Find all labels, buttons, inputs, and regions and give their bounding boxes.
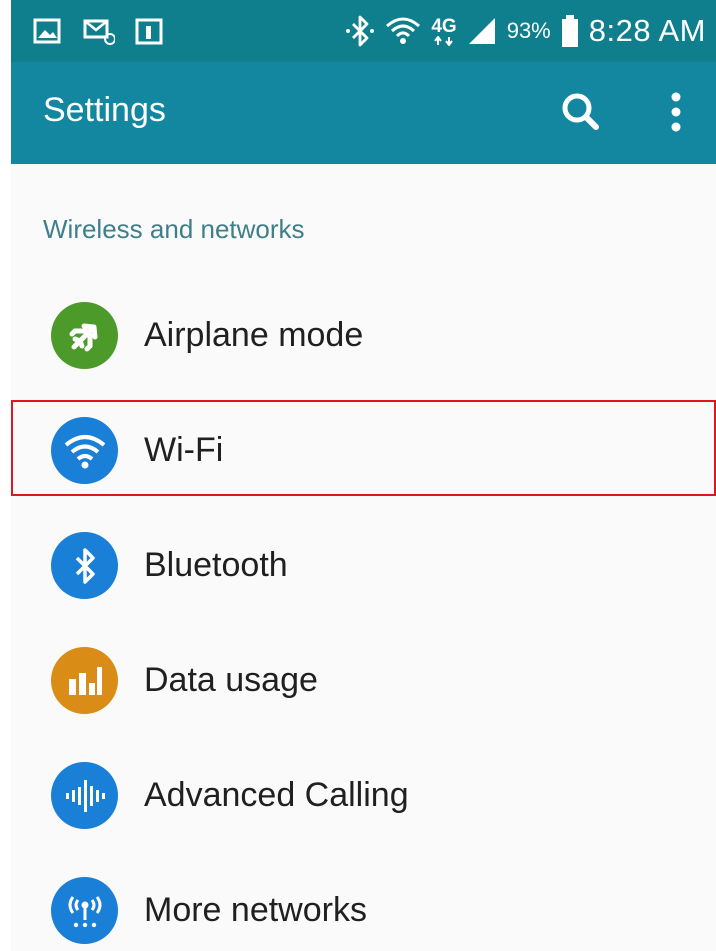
search-icon xyxy=(562,93,599,130)
settings-item-airplane-mode[interactable]: Airplane mode xyxy=(11,278,716,393)
search-button[interactable] xyxy=(556,87,606,137)
advanced-calling-icon xyxy=(51,762,118,829)
settings-screen: 4G 93% 8:28 AM Settings Wireless and net… xyxy=(11,0,716,951)
data-arrows-icon xyxy=(434,35,453,46)
calendar-icon xyxy=(135,18,163,45)
settings-item-label: More networks xyxy=(144,891,367,929)
status-time: 8:28 AM xyxy=(588,13,706,48)
settings-item-label: Wi-Fi xyxy=(144,431,224,469)
battery-icon xyxy=(561,15,578,47)
lte-4g-icon: 4G xyxy=(431,15,457,46)
more-vert-icon xyxy=(671,92,681,132)
wifi-icon xyxy=(51,417,118,484)
more-options-button[interactable] xyxy=(656,87,696,137)
settings-item-label: Advanced Calling xyxy=(144,776,409,814)
wifi-icon xyxy=(386,17,421,44)
settings-item-label: Data usage xyxy=(144,661,318,699)
gallery-icon xyxy=(33,18,61,44)
settings-item-label: Airplane mode xyxy=(144,316,364,354)
voicemail-icon xyxy=(83,19,115,45)
settings-item-bluetooth[interactable]: Bluetooth xyxy=(11,508,716,623)
status-bar: 4G 93% 8:28 AM xyxy=(11,0,716,62)
data-usage-icon xyxy=(51,647,118,714)
settings-item-advanced-calling[interactable]: Advanced Calling xyxy=(11,738,716,853)
app-bar: Settings xyxy=(11,62,716,164)
settings-list: Airplane mode Wi-Fi Bluetooth Data usage… xyxy=(11,278,716,951)
settings-item-data-usage[interactable]: Data usage xyxy=(11,623,716,738)
bluetooth-icon xyxy=(51,532,118,599)
signal-icon xyxy=(468,18,495,44)
bluetooth-icon xyxy=(346,15,375,47)
battery-percent: 93% xyxy=(506,18,551,43)
network-type-label: 4G xyxy=(431,15,457,37)
section-header-wireless: Wireless and networks xyxy=(43,214,305,244)
more-networks-icon xyxy=(51,877,118,944)
settings-item-more-networks[interactable]: More networks xyxy=(11,853,716,951)
page-title: Settings xyxy=(43,91,166,129)
airplane-icon xyxy=(51,302,118,369)
settings-item-wifi[interactable]: Wi-Fi xyxy=(11,393,716,508)
settings-item-label: Bluetooth xyxy=(144,546,288,584)
